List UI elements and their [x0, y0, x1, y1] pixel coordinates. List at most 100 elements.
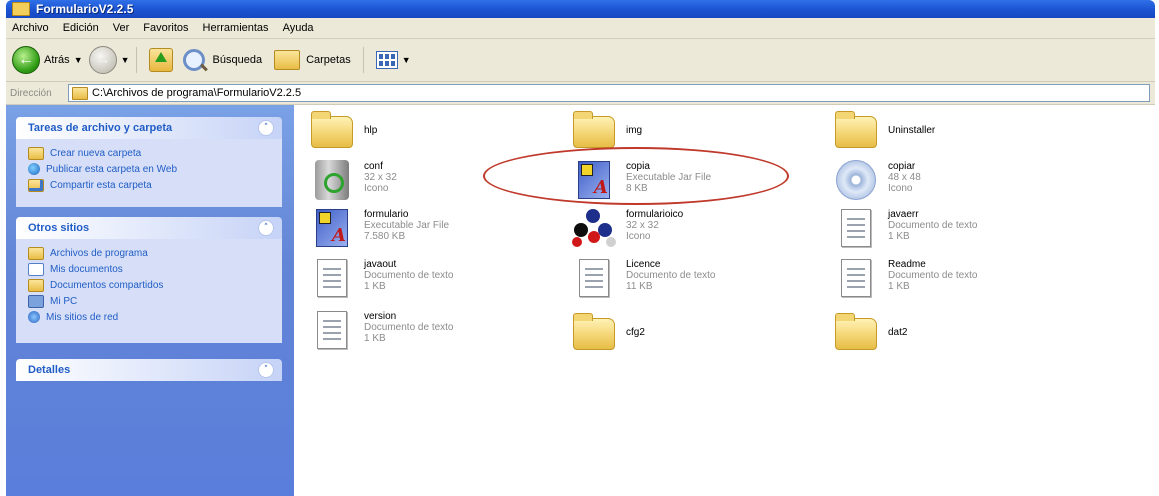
file-name: dat2	[888, 327, 908, 338]
file-item-licence[interactable]: Licence Documento de texto 11 KB	[568, 255, 716, 301]
jar-file-icon	[578, 161, 610, 199]
other-places-header[interactable]: Otros sitios ˄	[16, 217, 282, 239]
folder-icon	[311, 111, 353, 148]
file-item-javaerr[interactable]: javaerr Documento de texto 1 KB	[830, 205, 978, 251]
file-item-version[interactable]: version Documento de texto 1 KB	[306, 307, 454, 353]
computer-icon	[28, 294, 44, 308]
text-document-icon	[841, 259, 871, 297]
file-tasks-title: Tareas de archivo y carpeta	[28, 122, 173, 134]
menu-edicion[interactable]: Edición	[57, 22, 107, 34]
task-label: Compartir esta carpeta	[50, 179, 152, 191]
window-title: FormularioV2.2.5	[36, 2, 134, 16]
search-button[interactable]: Búsqueda	[182, 43, 263, 77]
file-item-img[interactable]: img	[568, 109, 642, 155]
shared-folder-icon	[28, 278, 44, 292]
text-document-icon	[317, 259, 347, 297]
file-size: 11 KB	[626, 281, 653, 292]
file-size: 1 KB	[364, 281, 386, 292]
expand-icon[interactable]: ˅	[258, 362, 274, 378]
file-type: Documento de texto	[364, 270, 454, 281]
address-path: C:\Archivos de programa\FormularioV2.2.5	[92, 87, 302, 99]
place-label: Archivos de programa	[50, 247, 148, 259]
file-size: 1 KB	[888, 231, 910, 242]
file-name: Uninstaller	[888, 125, 936, 136]
file-size: 7.580 KB	[364, 231, 406, 242]
place-mi-pc[interactable]: Mi PC	[28, 293, 270, 309]
toolbar-separator	[362, 47, 364, 73]
place-documentos-compartidos[interactable]: Documentos compartidos	[28, 277, 270, 293]
views-button[interactable]: ▼	[375, 43, 411, 77]
place-label: Mi PC	[50, 295, 78, 307]
task-publish-web[interactable]: Publicar esta carpeta en Web	[28, 161, 270, 177]
folder-icon	[835, 313, 877, 350]
menu-ver[interactable]: Ver	[107, 22, 138, 34]
chevron-down-icon[interactable]: ▼	[121, 55, 130, 65]
file-name: Readme	[888, 259, 926, 270]
folder-icon	[28, 246, 44, 260]
menu-ayuda[interactable]: Ayuda	[277, 22, 322, 34]
text-document-icon	[317, 311, 347, 349]
title-bar[interactable]: FormularioV2.2.5	[6, 0, 1155, 18]
menu-herramientas[interactable]: Herramientas	[197, 22, 277, 34]
file-type: Documento de texto	[626, 270, 716, 281]
file-item-readme[interactable]: Readme Documento de texto 1 KB	[830, 255, 978, 301]
file-name: copiar	[888, 161, 916, 172]
file-item-dat2[interactable]: dat2	[830, 311, 907, 357]
file-name: copia	[626, 161, 650, 172]
file-item-javaout[interactable]: javaout Documento de texto 1 KB	[306, 255, 454, 301]
forward-button[interactable]: → ▼	[88, 43, 130, 77]
file-item-conf[interactable]: conf 32 x 32 Icono	[306, 157, 397, 203]
menu-archivo[interactable]: Archivo	[6, 22, 57, 34]
task-share-folder[interactable]: Compartir esta carpeta	[28, 177, 270, 193]
file-size: 1 KB	[888, 281, 910, 292]
menu-favoritos[interactable]: Favoritos	[137, 22, 196, 34]
collapse-icon[interactable]: ˄	[258, 220, 274, 236]
file-name: img	[626, 125, 643, 136]
file-size: Icono	[364, 183, 389, 194]
place-mis-sitios-de-red[interactable]: Mis sitios de red	[28, 309, 270, 325]
place-label: Mis sitios de red	[46, 311, 119, 323]
back-button[interactable]: ← Atrás ▼	[12, 43, 83, 77]
file-item-hlp[interactable]: hlp	[306, 109, 377, 155]
file-size: Icono	[888, 183, 913, 194]
back-label: Atrás	[44, 54, 70, 66]
task-new-folder[interactable]: Crear nueva carpeta	[28, 145, 270, 161]
search-label: Búsqueda	[212, 54, 263, 66]
folder-icon	[12, 2, 30, 16]
file-type: 32 x 32	[626, 220, 659, 231]
place-label: Documentos compartidos	[50, 279, 164, 291]
file-tasks-header[interactable]: Tareas de archivo y carpeta ˄	[16, 117, 282, 139]
network-icon	[28, 311, 40, 323]
task-label: Publicar esta carpeta en Web	[46, 163, 178, 175]
up-folder-button[interactable]	[148, 43, 173, 77]
toolbar: ← Atrás ▼ → ▼ Búsqueda Carpetas ▼	[6, 39, 1155, 82]
chevron-down-icon[interactable]: ▼	[402, 55, 411, 65]
file-tasks-body: Crear nueva carpeta Publicar esta carpet…	[16, 139, 282, 207]
address-field[interactable]: C:\Archivos de programa\FormularioV2.2.5	[68, 84, 1150, 102]
address-bar: Dirección C:\Archivos de programa\Formul…	[6, 82, 1155, 105]
file-size: 8 KB	[626, 183, 648, 194]
file-tasks-panel: Tareas de archivo y carpeta ˄ Crear nuev…	[16, 117, 282, 207]
folders-icon	[274, 50, 301, 70]
place-archivos-de-programa[interactable]: Archivos de programa	[28, 245, 270, 261]
place-mis-documentos[interactable]: Mis documentos	[28, 261, 270, 277]
new-folder-icon	[28, 146, 44, 160]
file-item-copiar[interactable]: copiar 48 x 48 Icono	[830, 157, 921, 203]
chevron-down-icon[interactable]: ▼	[74, 55, 83, 65]
file-item-cfg2[interactable]: cfg2	[568, 311, 645, 357]
folders-button[interactable]: Carpetas	[274, 43, 351, 77]
details-header[interactable]: Detalles ˅	[16, 359, 282, 381]
address-label: Dirección	[10, 87, 52, 99]
file-type: Documento de texto	[888, 220, 978, 231]
file-item-copia[interactable]: copiaExecutable Jar File8 KB	[568, 157, 711, 203]
file-item-formulario[interactable]: formularioExecutable Jar File7.580 KB	[306, 205, 449, 251]
jar-file-icon	[316, 209, 348, 247]
other-places-title: Otros sitios	[28, 222, 90, 234]
file-item-formularioico[interactable]: formularioico 32 x 32 Icono	[568, 205, 683, 251]
details-panel: Detalles ˅	[16, 359, 282, 381]
up-folder-icon	[148, 48, 173, 72]
file-type: Documento de texto	[364, 322, 454, 333]
file-item-uninstaller[interactable]: Uninstaller	[830, 109, 935, 155]
collapse-icon[interactable]: ˄	[258, 120, 274, 136]
file-type: 48 x 48	[888, 172, 921, 183]
